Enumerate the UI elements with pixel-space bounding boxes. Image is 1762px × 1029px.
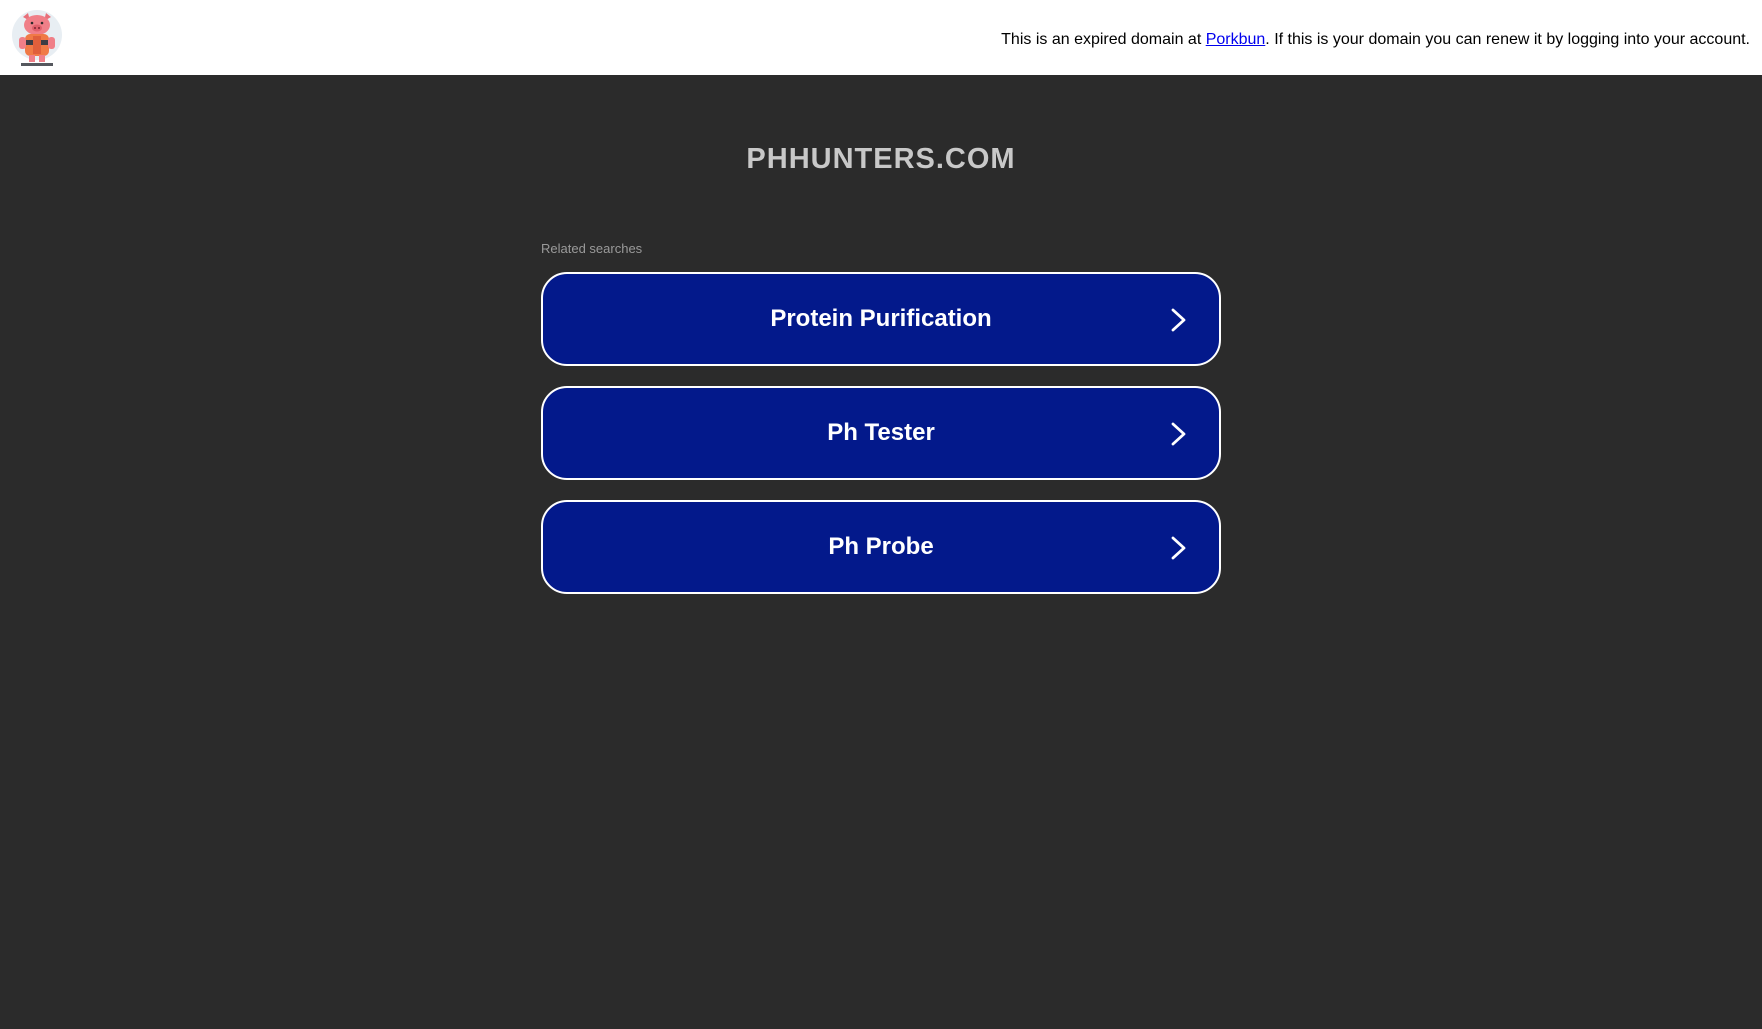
expired-domain-notice: This is an expired domain at Porkbun. If… (1001, 30, 1750, 49)
notice-prefix-text: This is an expired domain at (1001, 31, 1206, 48)
search-button-protein-purification[interactable]: Protein Purification (541, 272, 1221, 366)
search-button-ph-probe[interactable]: Ph Probe (541, 500, 1221, 594)
porkbun-pig-logo-icon[interactable] (11, 9, 63, 67)
chevron-right-icon (1171, 536, 1186, 560)
porkbun-link[interactable]: Porkbun (1206, 31, 1266, 48)
search-button-label: Ph Tester (827, 419, 935, 446)
search-button-label: Ph Probe (828, 533, 934, 560)
related-searches-list: Protein Purification Ph Tester Ph Probe (541, 272, 1221, 614)
notice-suffix-text: . If this is your domain you can renew i… (1265, 31, 1750, 48)
search-button-ph-tester[interactable]: Ph Tester (541, 386, 1221, 480)
chevron-right-icon (1171, 422, 1186, 446)
chevron-right-icon (1171, 308, 1186, 332)
related-searches-label: Related searches (541, 241, 643, 256)
search-button-label: Protein Purification (770, 305, 992, 332)
top-bar: This is an expired domain at Porkbun. If… (0, 0, 1762, 75)
domain-title: PHHUNTERS.COM (746, 143, 1016, 175)
